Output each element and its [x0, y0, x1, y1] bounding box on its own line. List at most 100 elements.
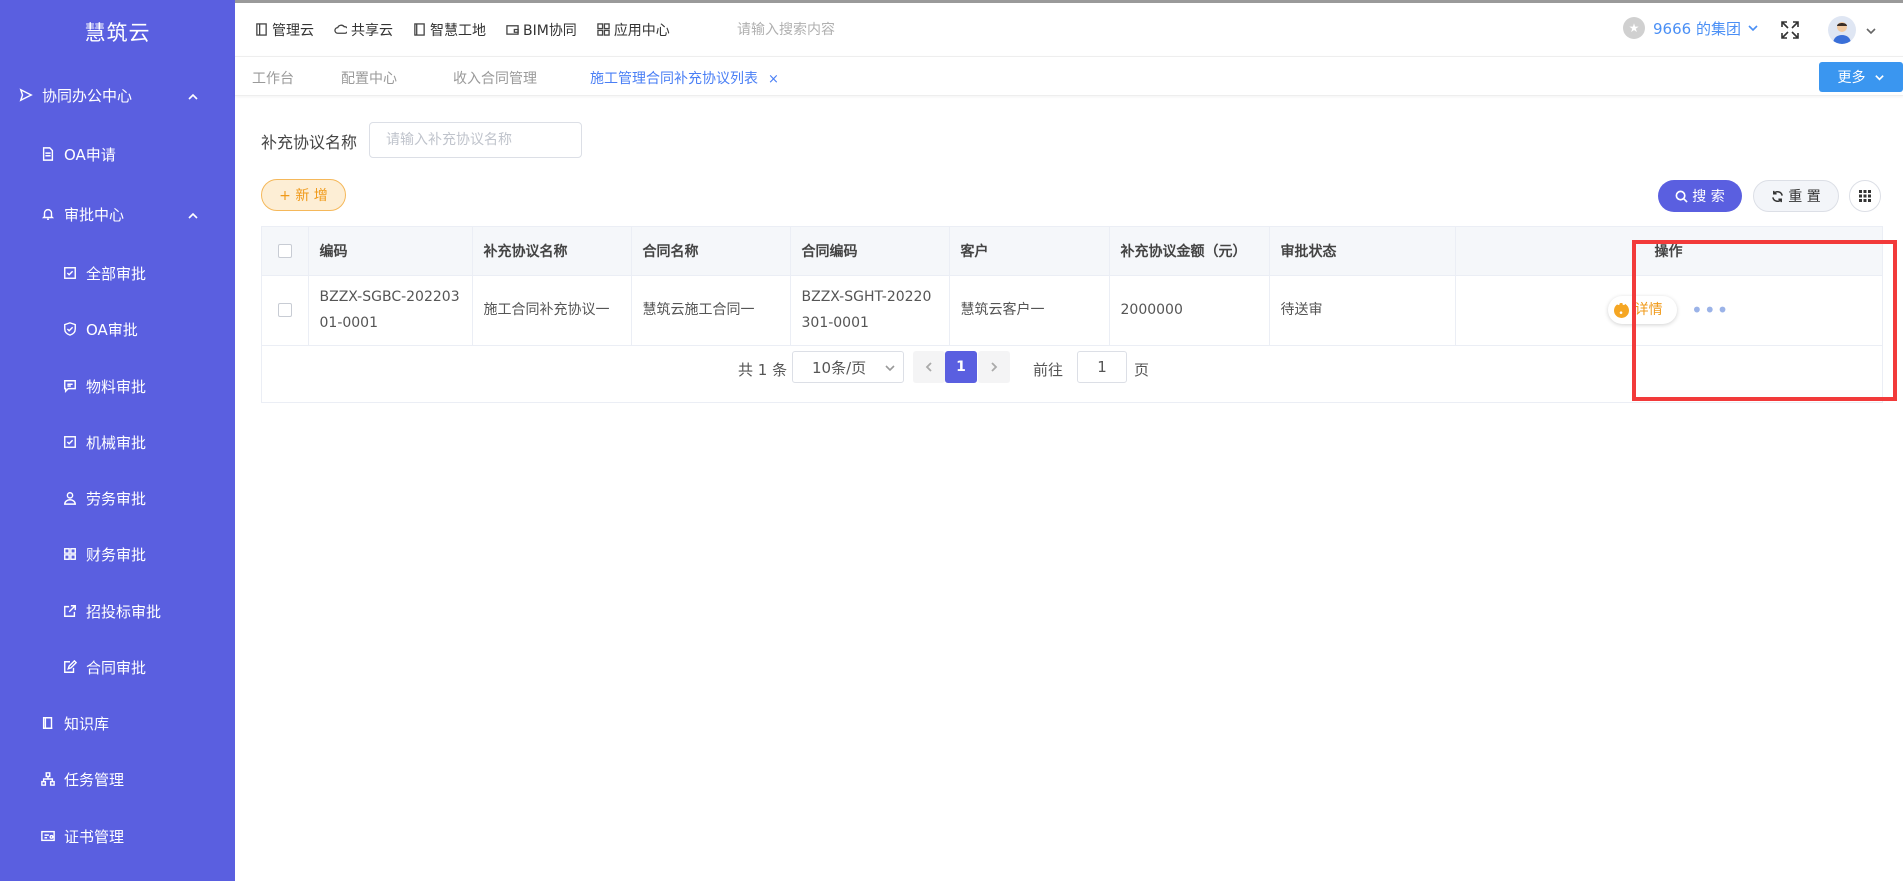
column-settings-button[interactable] [1849, 180, 1881, 212]
send-icon [18, 87, 34, 103]
tab-config-center[interactable]: 配置中心 [341, 68, 397, 88]
goto-page-input[interactable] [1077, 351, 1127, 383]
sidebar-item-certificate-management[interactable]: 证书管理 [0, 812, 235, 860]
more-actions-icon[interactable]: ••• [1691, 300, 1729, 320]
column-header[interactable]: 编码 [308, 227, 473, 276]
sidebar-item-oa-apply[interactable]: OA申请 [0, 130, 235, 178]
more-tabs-button[interactable]: 更多 [1819, 62, 1903, 92]
column-header[interactable]: 补充协议名称 [472, 227, 632, 276]
nav-shared-cloud[interactable]: 共享云 [334, 20, 393, 40]
pagination: 共 1 条 10条/页 1 前往 页 [262, 347, 1882, 387]
page-size-select[interactable]: 10条/页 [792, 351, 904, 383]
nav-label: 应用中心 [613, 22, 670, 39]
sidebar-item-machinery-approval[interactable]: 机械审批 [0, 418, 235, 466]
edit-document-icon [62, 659, 78, 675]
certificate-icon [40, 828, 56, 844]
data-table: 编码 补充协议名称 合同名称 合同编码 客户 补充协议金额（元） 审批状态 操作… [261, 226, 1883, 403]
message-icon [62, 378, 78, 394]
sidebar-item-label: 合同审批 [86, 658, 147, 677]
chevron-up-icon [187, 208, 199, 220]
add-button[interactable]: + 新 增 [261, 179, 346, 211]
detail-button[interactable]: ••• 详情 [1607, 296, 1677, 324]
reset-button[interactable]: 重 置 [1753, 180, 1839, 212]
sidebar-item-knowledge-base[interactable]: 知识库 [0, 699, 235, 747]
select-all-checkbox[interactable] [277, 243, 292, 258]
org-switcher[interactable]: ★ 9666 的集团 [1623, 17, 1759, 39]
column-header[interactable]: 客户 [949, 227, 1110, 276]
nav-smart-site[interactable]: 智慧工地 [413, 20, 486, 40]
tab-label: 施工管理合同补充协议列表 [590, 71, 758, 87]
nav-label: BIM协同 [523, 22, 577, 39]
cell-actions: ••• 详情 ••• [1455, 275, 1883, 346]
sidebar-item-label: 招投标审批 [86, 602, 162, 621]
column-header: 操作 [1455, 227, 1883, 276]
cell-contract-code: BZZX-SGHT-20220301-0001 [790, 275, 950, 346]
sidebar: 慧筑云 协同办公中心 OA申请 审批中心 全部审批 OA审批 物料审批 机械审批… [0, 0, 235, 881]
page-tabs: 工作台 配置中心 收入合同管理 施工管理合同补充协议列表 × 更多 [235, 56, 1903, 96]
sidebar-item-material-approval[interactable]: 物料审批 [0, 362, 235, 410]
sidebar-item-bidding-approval[interactable]: 招投标审批 [0, 587, 235, 635]
close-icon[interactable]: × [768, 72, 779, 87]
shield-check-icon [62, 321, 78, 337]
sidebar-item-contract-approval[interactable]: 合同审批 [0, 643, 235, 691]
sidebar-item-all-approval[interactable]: 全部审批 [0, 249, 235, 297]
filter-label: 补充协议名称 [261, 133, 358, 152]
sidebar-item-label: 证书管理 [64, 827, 125, 846]
column-header[interactable]: 审批状态 [1269, 227, 1456, 276]
tab-workbench[interactable]: 工作台 [252, 68, 294, 88]
sidebar-item-label: 机械审批 [86, 433, 147, 452]
sidebar-item-label: 物料审批 [86, 377, 147, 396]
page-number-current[interactable]: 1 [945, 351, 977, 383]
next-page-button[interactable] [978, 351, 1010, 383]
document-icon [40, 146, 56, 162]
top-header: 管理云 共享云 智慧工地 BIM协同 应用中心 ★ 9666 的集团 [235, 0, 1903, 56]
sidebar-item-label: 劳务审批 [86, 489, 147, 508]
tab-income-contract[interactable]: 收入合同管理 [453, 68, 537, 88]
grid-icon [62, 546, 78, 562]
org-logo-icon: ★ [1623, 17, 1645, 39]
book-icon [40, 715, 56, 731]
tab-supplement-agreement-list[interactable]: 施工管理合同补充协议列表 × [590, 68, 779, 88]
column-header[interactable]: 合同编码 [790, 227, 950, 276]
nav-management-cloud[interactable]: 管理云 [255, 20, 314, 40]
chevron-down-icon[interactable] [1865, 25, 1877, 37]
chevron-down-icon [1748, 25, 1758, 32]
sidebar-item-label: OA申请 [64, 145, 116, 164]
nav-app-center[interactable]: 应用中心 [597, 20, 670, 40]
column-header[interactable]: 合同名称 [631, 227, 791, 276]
sidebar-item-collab-office[interactable]: 协同办公中心 [0, 71, 235, 119]
cell-contract-name: 慧筑云施工合同一 [631, 275, 791, 346]
global-search-input[interactable] [737, 19, 937, 41]
search-icon [1675, 190, 1688, 203]
checkbox-icon [62, 265, 78, 281]
nav-label: 智慧工地 [430, 22, 486, 39]
sidebar-item-finance-approval[interactable]: 财务审批 [0, 530, 235, 578]
select-all-cell [262, 227, 309, 276]
sidebar-item-task-management[interactable]: 任务管理 [0, 755, 235, 803]
sidebar-item-labor-approval[interactable]: 劳务审批 [0, 474, 235, 522]
agreement-name-input[interactable] [369, 122, 582, 158]
row-checkbox[interactable] [277, 303, 292, 317]
page-size-value: 10条/页 [812, 358, 867, 377]
search-button[interactable]: 搜 索 [1658, 180, 1742, 212]
row-select-cell [262, 275, 309, 346]
chevron-left-icon [925, 362, 932, 372]
page-unit-label: 页 [1134, 361, 1150, 379]
cell-amount: 2000000 [1109, 275, 1270, 346]
top-nav: 管理云 共享云 智慧工地 BIM协同 应用中心 [255, 3, 690, 56]
wallet-icon [506, 25, 519, 35]
sidebar-item-oa-approval[interactable]: OA审批 [0, 305, 235, 353]
nav-bim-collab[interactable]: BIM协同 [506, 20, 577, 40]
prev-page-button[interactable] [913, 351, 945, 383]
sidebar-item-label: OA审批 [86, 320, 138, 339]
tablet-icon [256, 23, 267, 36]
chevron-up-icon [187, 89, 199, 101]
sidebar-item-label: 知识库 [64, 714, 110, 733]
sidebar-item-label: 协同办公中心 [42, 86, 133, 105]
user-avatar[interactable] [1828, 16, 1856, 44]
fullscreen-icon[interactable] [1780, 20, 1800, 40]
sidebar-item-approval-center[interactable]: 审批中心 [0, 190, 235, 238]
cell-code: BZZX-SGBC-20220301-0001 [308, 275, 473, 346]
app-logo: 慧筑云 [84, 21, 151, 45]
column-header[interactable]: 补充协议金额（元） [1109, 227, 1270, 276]
